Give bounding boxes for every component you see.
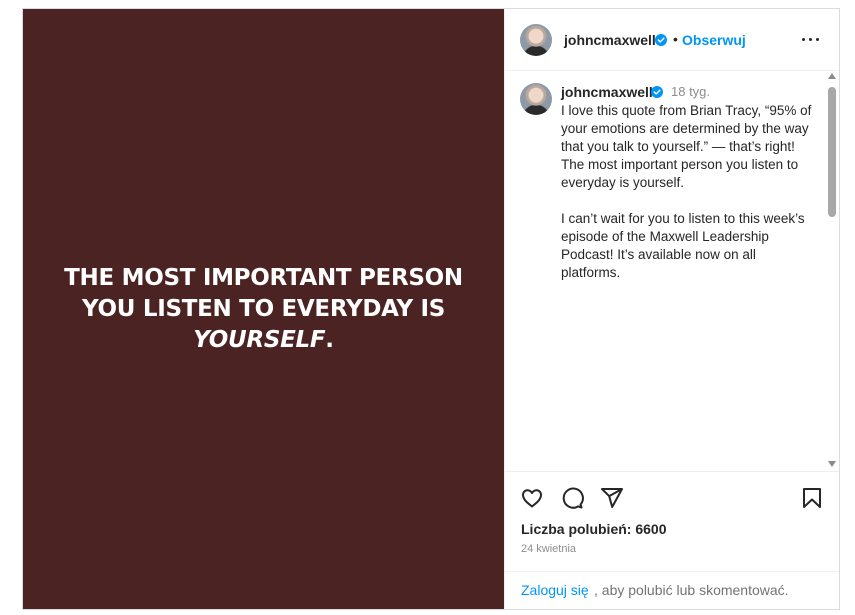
scroll-up-arrow-icon[interactable]	[828, 73, 836, 79]
post-image[interactable]: THE MOST IMPORTANT PERSON YOU LISTEN TO …	[23, 9, 504, 609]
scroll-thumb[interactable]	[828, 87, 836, 217]
post-sidebar: johncmaxwell • Obserwuj johncmaxwell 18 …	[504, 9, 839, 609]
login-link[interactable]: Zaloguj się	[521, 582, 589, 598]
share-icon[interactable]	[600, 486, 624, 510]
quote-period: .	[325, 326, 334, 353]
post-header: johncmaxwell • Obserwuj	[505, 9, 839, 71]
post-dialog: THE MOST IMPORTANT PERSON YOU LISTEN TO …	[22, 8, 840, 610]
comment-time[interactable]: 18 tyg.	[671, 84, 710, 99]
separator-dot: •	[673, 31, 678, 47]
post-date[interactable]: 24 kwietnia	[521, 543, 576, 555]
likes-count[interactable]: Liczba polubień: 6600	[521, 521, 666, 537]
comments-scrollbar[interactable]	[826, 71, 838, 471]
post-actions: Liczba polubień: 6600 24 kwietnia	[505, 471, 839, 571]
quote-emphasis: YOURSELF	[193, 326, 326, 353]
avatar[interactable]	[520, 24, 552, 56]
quote-main: THE MOST IMPORTANT PERSON YOU LISTEN TO …	[64, 264, 463, 322]
more-icon[interactable]	[801, 30, 823, 48]
save-icon[interactable]	[800, 486, 824, 510]
login-prompt-text: , aby polubić lub skomentować.	[594, 582, 789, 598]
verified-icon	[651, 86, 663, 98]
comment-username[interactable]: johncmaxwell	[561, 84, 653, 100]
quote-text: THE MOST IMPORTANT PERSON YOU LISTEN TO …	[64, 263, 464, 356]
caption-text: I love this quote from Brian Tracy, “95%…	[561, 103, 812, 280]
comment-icon[interactable]	[560, 486, 584, 510]
login-prompt: Zaloguj się , aby polubić lub skomentowa…	[505, 571, 839, 609]
avatar[interactable]	[520, 83, 552, 115]
verified-icon	[655, 34, 667, 46]
follow-button[interactable]: Obserwuj	[682, 32, 746, 48]
comments-area: johncmaxwell 18 tyg. I love this quote f…	[505, 71, 826, 471]
header-username[interactable]: johncmaxwell	[564, 32, 656, 48]
scroll-down-arrow-icon[interactable]	[828, 461, 836, 467]
heart-icon[interactable]	[520, 486, 544, 510]
